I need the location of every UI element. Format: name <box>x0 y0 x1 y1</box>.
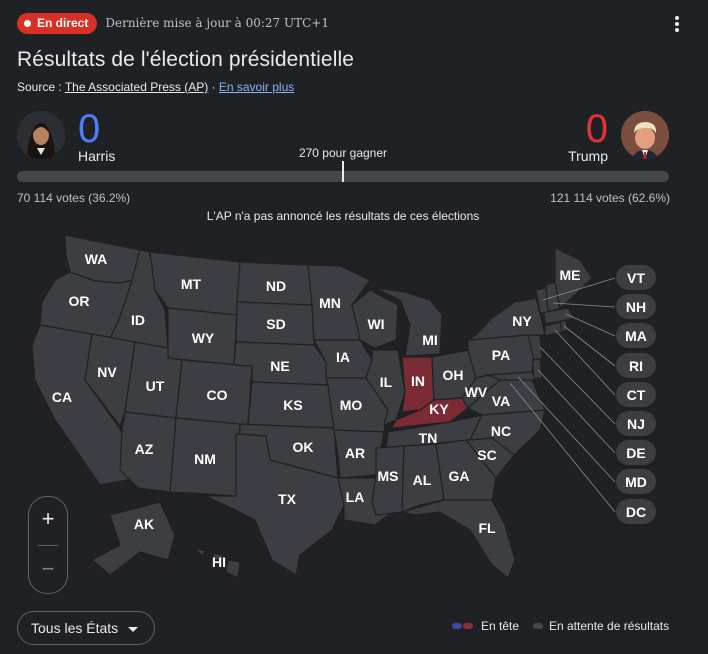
label-wi: WI <box>367 316 384 332</box>
pill-ri[interactable]: RI <box>616 353 656 378</box>
label-mi: MI <box>422 332 438 348</box>
label-ga: GA <box>449 468 470 484</box>
label-ar: AR <box>345 445 365 461</box>
small-state-pills: VT NH MA RI CT NJ DE MD DC <box>616 265 656 524</box>
label-la: LA <box>346 489 365 505</box>
state-filter-dropdown[interactable]: Tous les États <box>17 611 155 645</box>
label-wa: WA <box>85 251 108 267</box>
label-mn: MN <box>319 295 341 311</box>
pill-nj[interactable]: NJ <box>616 411 656 436</box>
label-wy: WY <box>192 330 215 346</box>
label-in: IN <box>411 373 425 389</box>
pill-dc[interactable]: DC <box>616 499 656 524</box>
label-va: VA <box>492 393 510 409</box>
chevron-down-icon <box>128 627 138 632</box>
legend-gop-swatch <box>463 623 473 629</box>
svg-text:MA: MA <box>625 328 647 344</box>
label-ky: KY <box>429 401 449 417</box>
label-or: OR <box>69 293 90 309</box>
svg-text:RI: RI <box>629 358 643 374</box>
svg-text:DC: DC <box>626 504 646 520</box>
label-ok: OK <box>293 439 314 455</box>
label-pa: PA <box>492 347 510 363</box>
label-tx: TX <box>278 491 297 507</box>
label-me: ME <box>560 267 581 283</box>
label-ny: NY <box>512 313 532 329</box>
svg-text:MD: MD <box>625 474 647 490</box>
legend-pending-label: En attente de résultats <box>549 619 670 633</box>
label-ne: NE <box>270 358 289 374</box>
pill-vt[interactable]: VT <box>616 265 656 290</box>
label-tn: TN <box>419 430 438 446</box>
zoom-out-button[interactable]: − <box>29 549 67 589</box>
label-al: AL <box>413 472 432 488</box>
label-id: ID <box>131 312 145 328</box>
label-nd: ND <box>266 278 286 294</box>
label-ut: UT <box>146 378 165 394</box>
pill-md[interactable]: MD <box>616 469 656 494</box>
label-az: AZ <box>135 441 154 457</box>
legend-pending-swatch <box>533 623 543 629</box>
label-nm: NM <box>194 451 216 467</box>
svg-text:NH: NH <box>626 299 646 315</box>
label-il: IL <box>380 374 393 390</box>
pill-de[interactable]: DE <box>616 440 656 465</box>
state-filter-value: Tous les États <box>31 620 119 636</box>
label-ca: CA <box>52 389 72 405</box>
us-electoral-map: WA OR CA ID NV MT WY UT AZ CO NM ND SD N… <box>31 234 656 579</box>
state-fl[interactable] <box>401 499 516 579</box>
svg-text:VT: VT <box>627 270 645 286</box>
label-hi: HI <box>212 554 226 570</box>
label-ia: IA <box>336 349 350 365</box>
label-nc: NC <box>491 423 511 439</box>
zoom-in-button[interactable]: + <box>29 499 67 539</box>
legend-leading: En tête <box>452 619 519 633</box>
label-sd: SD <box>266 316 285 332</box>
svg-text:DE: DE <box>626 445 645 461</box>
legend-pending: En attente de résultats <box>533 619 669 633</box>
pill-ct[interactable]: CT <box>616 382 656 407</box>
label-nv: NV <box>97 364 117 380</box>
svg-text:NJ: NJ <box>627 416 645 432</box>
label-oh: OH <box>443 367 464 383</box>
label-sc: SC <box>477 447 496 463</box>
label-co: CO <box>207 387 228 403</box>
state-ak[interactable] <box>91 501 176 576</box>
label-fl: FL <box>478 520 496 536</box>
state-ri[interactable] <box>559 319 568 333</box>
legend-leading-label: En tête <box>481 619 520 633</box>
label-ak: AK <box>134 516 154 532</box>
state-ny[interactable] <box>467 297 546 341</box>
pill-ma[interactable]: MA <box>616 323 656 348</box>
label-wv: WV <box>465 384 488 400</box>
label-mo: MO <box>340 397 363 413</box>
svg-text:CT: CT <box>627 387 646 403</box>
pill-nh[interactable]: NH <box>616 294 656 319</box>
legend-dem-swatch <box>452 623 462 629</box>
label-ks: KS <box>283 397 302 413</box>
zoom-control: + − <box>28 496 68 594</box>
label-mt: MT <box>181 276 202 292</box>
zoom-divider <box>38 545 58 546</box>
label-ms: MS <box>378 468 399 484</box>
